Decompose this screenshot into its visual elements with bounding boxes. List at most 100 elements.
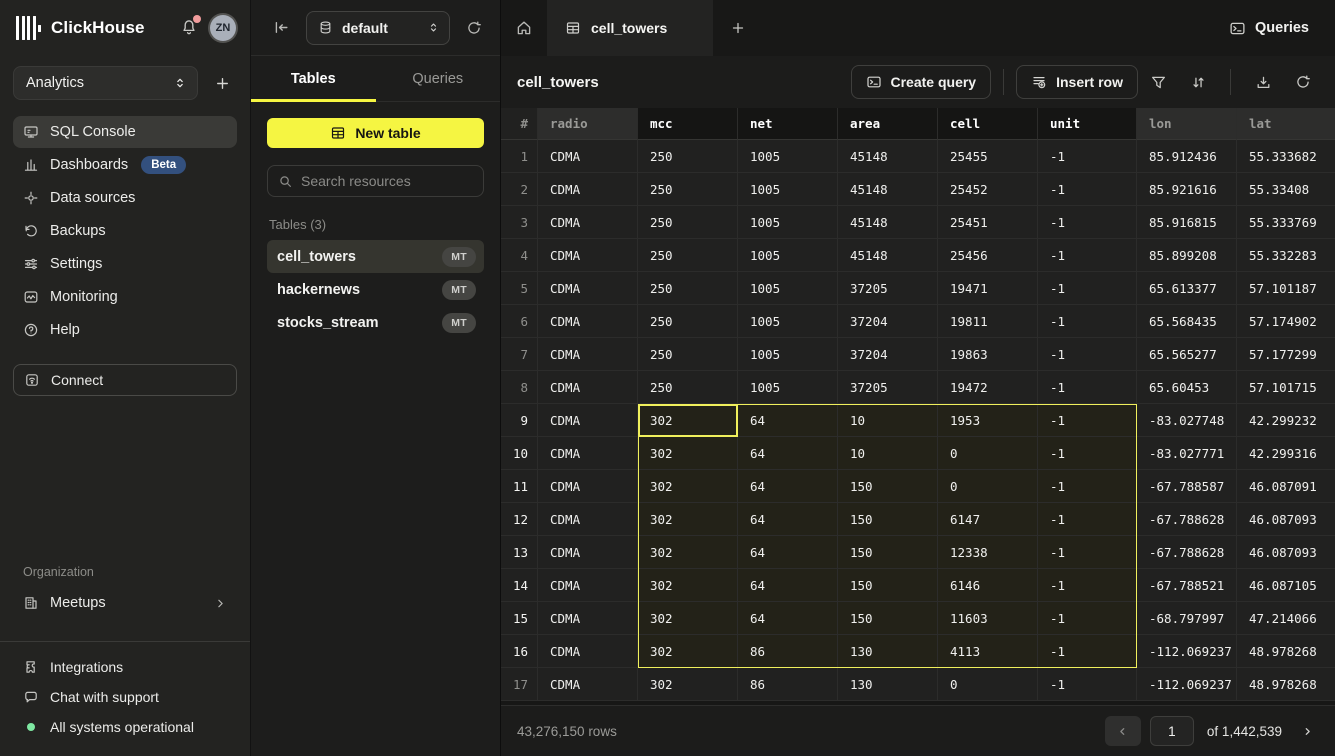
- row-number-cell[interactable]: 9: [501, 404, 538, 437]
- cell-net[interactable]: 64: [738, 503, 838, 536]
- search-input[interactable]: [301, 173, 473, 189]
- cell-lat[interactable]: 42.299232: [1237, 404, 1335, 437]
- notifications-button[interactable]: [180, 18, 198, 39]
- cell-net[interactable]: 86: [738, 668, 838, 701]
- table-list-item-stocks_stream[interactable]: stocks_streamMT: [267, 306, 484, 339]
- collapse-panel-button[interactable]: [269, 15, 294, 40]
- cell-lon[interactable]: 85.921616: [1137, 173, 1237, 206]
- cell-unit[interactable]: -1: [1038, 338, 1137, 371]
- refresh-tables-button[interactable]: [462, 16, 486, 40]
- column-header-cell[interactable]: cell: [938, 108, 1038, 140]
- cell-lat[interactable]: 57.101715: [1237, 371, 1335, 404]
- cell-unit[interactable]: -1: [1038, 239, 1137, 272]
- cell-radio[interactable]: CDMA: [538, 206, 638, 239]
- cell-unit[interactable]: -1: [1038, 404, 1137, 437]
- refresh-table-button[interactable]: [1283, 65, 1323, 99]
- cell-unit[interactable]: -1: [1038, 602, 1137, 635]
- home-button[interactable]: [501, 0, 547, 56]
- sort-button[interactable]: [1178, 65, 1218, 99]
- export-button[interactable]: [1243, 65, 1283, 99]
- cell-cell[interactable]: 19471: [938, 272, 1038, 305]
- row-number-cell[interactable]: 6: [501, 305, 538, 338]
- cell-lon[interactable]: -83.027748: [1137, 404, 1237, 437]
- cell-mcc[interactable]: 302: [638, 437, 738, 470]
- cell-area[interactable]: 150: [838, 536, 938, 569]
- table-list-item-cell_towers[interactable]: cell_towersMT: [267, 240, 484, 273]
- sidebar-item-settings[interactable]: Settings: [13, 248, 237, 280]
- cell-radio[interactable]: CDMA: [538, 536, 638, 569]
- cell-area[interactable]: 130: [838, 635, 938, 668]
- cell-net[interactable]: 1005: [738, 371, 838, 404]
- cell-radio[interactable]: CDMA: [538, 338, 638, 371]
- cell-radio[interactable]: CDMA: [538, 668, 638, 701]
- cell-unit[interactable]: -1: [1038, 173, 1137, 206]
- row-number-cell[interactable]: 14: [501, 569, 538, 602]
- column-header-row-number[interactable]: #: [501, 108, 538, 140]
- cell-lat[interactable]: 55.332283: [1237, 239, 1335, 272]
- add-workspace-button[interactable]: [208, 69, 236, 97]
- cell-cell[interactable]: 25451: [938, 206, 1038, 239]
- row-number-cell[interactable]: 4: [501, 239, 538, 272]
- cell-cell[interactable]: 25455: [938, 140, 1038, 173]
- cell-mcc[interactable]: 302: [638, 668, 738, 701]
- cell-lon[interactable]: -67.788587: [1137, 470, 1237, 503]
- row-number-cell[interactable]: 15: [501, 602, 538, 635]
- row-number-cell[interactable]: 17: [501, 668, 538, 701]
- cell-unit[interactable]: -1: [1038, 206, 1137, 239]
- cell-radio[interactable]: CDMA: [538, 239, 638, 272]
- cell-radio[interactable]: CDMA: [538, 602, 638, 635]
- sidebar-item-backups[interactable]: Backups: [13, 215, 237, 247]
- cell-radio[interactable]: CDMA: [538, 437, 638, 470]
- filter-button[interactable]: [1138, 65, 1178, 99]
- cell-cell[interactable]: 6147: [938, 503, 1038, 536]
- cell-area[interactable]: 150: [838, 569, 938, 602]
- cell-radio[interactable]: CDMA: [538, 140, 638, 173]
- cell-unit[interactable]: -1: [1038, 305, 1137, 338]
- connect-button[interactable]: Connect: [13, 364, 237, 396]
- cell-net[interactable]: 1005: [738, 140, 838, 173]
- cell-area[interactable]: 45148: [838, 206, 938, 239]
- cell-net[interactable]: 1005: [738, 305, 838, 338]
- cell-lon[interactable]: 85.912436: [1137, 140, 1237, 173]
- panel-tab-tables[interactable]: Tables: [251, 56, 376, 101]
- cell-unit[interactable]: -1: [1038, 437, 1137, 470]
- sidebar-footer-item-all-systems-operational[interactable]: All systems operational: [13, 712, 237, 742]
- row-number-cell[interactable]: 11: [501, 470, 538, 503]
- cell-mcc[interactable]: 250: [638, 206, 738, 239]
- cell-unit[interactable]: -1: [1038, 635, 1137, 668]
- cell-mcc[interactable]: 302: [638, 404, 738, 437]
- cell-mcc[interactable]: 250: [638, 371, 738, 404]
- cell-lat[interactable]: 57.177299: [1237, 338, 1335, 371]
- cell-lon[interactable]: -67.788628: [1137, 536, 1237, 569]
- cell-area[interactable]: 37205: [838, 371, 938, 404]
- cell-mcc[interactable]: 250: [638, 272, 738, 305]
- cell-cell[interactable]: 19863: [938, 338, 1038, 371]
- cell-area[interactable]: 37204: [838, 305, 938, 338]
- row-number-cell[interactable]: 8: [501, 371, 538, 404]
- sidebar-footer-item-integrations[interactable]: Integrations: [13, 652, 237, 682]
- sidebar-item-help[interactable]: Help: [13, 314, 237, 346]
- create-query-button[interactable]: Create query: [851, 65, 992, 99]
- column-header-radio[interactable]: radio: [538, 108, 638, 140]
- cell-mcc[interactable]: 250: [638, 338, 738, 371]
- cell-lon[interactable]: -67.788628: [1137, 503, 1237, 536]
- cell-lat[interactable]: 57.174902: [1237, 305, 1335, 338]
- cell-lat[interactable]: 48.978268: [1237, 635, 1335, 668]
- cell-unit[interactable]: -1: [1038, 536, 1137, 569]
- cell-mcc[interactable]: 250: [638, 305, 738, 338]
- row-number-cell[interactable]: 10: [501, 437, 538, 470]
- cell-cell[interactable]: 0: [938, 437, 1038, 470]
- cell-cell[interactable]: 19811: [938, 305, 1038, 338]
- cell-lat[interactable]: 46.087105: [1237, 569, 1335, 602]
- column-header-lat[interactable]: lat: [1237, 108, 1335, 140]
- cell-area[interactable]: 45148: [838, 140, 938, 173]
- cell-cell[interactable]: 25452: [938, 173, 1038, 206]
- table-list-item-hackernews[interactable]: hackernewsMT: [267, 273, 484, 306]
- cell-lon[interactable]: 65.565277: [1137, 338, 1237, 371]
- cell-lon[interactable]: 65.568435: [1137, 305, 1237, 338]
- column-header-unit[interactable]: unit: [1038, 108, 1137, 140]
- cell-lat[interactable]: 55.333682: [1237, 140, 1335, 173]
- cell-mcc[interactable]: 302: [638, 503, 738, 536]
- sidebar-item-monitoring[interactable]: Monitoring: [13, 281, 237, 313]
- sidebar-item-data-sources[interactable]: Data sources: [13, 182, 237, 214]
